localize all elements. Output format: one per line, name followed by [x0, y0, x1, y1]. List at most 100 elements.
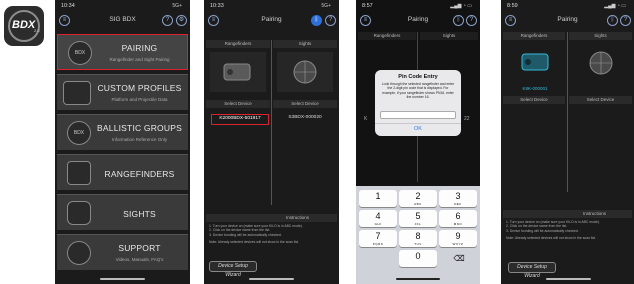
- partial-device-left: K: [364, 116, 368, 122]
- screen-main-menu: 10:34 5G+ ≡ SIG BDX ? ⚙ BDX PAIRING Rang…: [55, 0, 190, 284]
- instructions-header: Instructions: [206, 214, 337, 222]
- dialog-body: Look through the selected rangefinder an…: [381, 82, 455, 99]
- keypad-key-2[interactable]: 2 ABC: [399, 190, 437, 207]
- bluetooth-icon[interactable]: ᛒ: [607, 15, 618, 26]
- scope-icon: [67, 201, 91, 225]
- key-digit: 6: [455, 211, 461, 221]
- status-signal: ▂▄▆ ◔ ▭: [604, 3, 626, 9]
- nav-bar: ≡ Pairing ᛒ ?: [356, 13, 480, 29]
- headset-icon: [67, 241, 91, 265]
- key-digit: 8: [415, 231, 421, 241]
- menu-item-label: PAIRING: [121, 43, 158, 53]
- help-icon[interactable]: ?: [162, 15, 173, 26]
- key-digit: 7: [375, 231, 381, 241]
- key-letters: WXYZ: [452, 242, 464, 246]
- key-letters: JKL: [414, 222, 422, 226]
- keypad-key-6[interactable]: 6 MNO: [439, 210, 477, 227]
- nav-bar: ≡ Pairing ᛒ ?: [204, 13, 339, 29]
- menu-item-sub: Rangefinder and Sight Pairing: [109, 57, 170, 62]
- screen-pin-entry: 8:57 ▂▄▆ ◔ ▭ ≡ Pairing ᛒ ? Rangefinders …: [356, 0, 480, 284]
- keypad-key-1[interactable]: 1: [359, 190, 397, 207]
- screen-pairing: 10:33 5G+ ≡ Pairing ᛒ ? Rangefinders Sig…: [204, 0, 339, 284]
- gear-icon[interactable]: ⚙: [176, 15, 187, 26]
- help-icon[interactable]: ?: [325, 15, 336, 26]
- key-digit: 0: [415, 251, 421, 261]
- paired-rangefinder-name: K8K-000001: [522, 86, 548, 91]
- sight-image: [277, 52, 333, 92]
- keypad-key-7[interactable]: 7 PQRS: [359, 230, 397, 247]
- sights-header: Sights: [273, 40, 337, 48]
- device-setup-wizard-button[interactable]: Device Setup Wizard: [209, 261, 257, 278]
- rifle-icon: [63, 81, 91, 105]
- device-setup-wizard-button[interactable]: Device Setup Wizard: [508, 262, 556, 279]
- rangefinder-image: [507, 44, 563, 84]
- instruction-line: 3. Device bonding will be automatically …: [506, 228, 579, 233]
- menu-item-sights[interactable]: SIGHTS: [57, 194, 188, 230]
- rangefinder-icon: [67, 161, 91, 185]
- sights-header: Sights: [569, 32, 632, 40]
- bluetooth-icon[interactable]: ᛒ: [311, 15, 322, 26]
- menu-item-label: SIGHTS: [123, 209, 156, 219]
- bluetooth-icon[interactable]: ᛒ: [453, 15, 464, 26]
- rangefinders-header: Rangefinders: [358, 32, 416, 40]
- app-icon-version: 2.0: [34, 28, 40, 33]
- status-signal: 5G+: [321, 3, 331, 9]
- pin-input[interactable]: [380, 111, 456, 119]
- keypad-key-0[interactable]: 0: [399, 250, 437, 267]
- ballistic-icon: BDX: [67, 121, 91, 145]
- key-letters: ABC: [414, 202, 422, 206]
- key-digit: 9: [455, 231, 461, 241]
- key-letters: PQRS: [372, 242, 384, 246]
- screen-pairing-paired: 8:59 ▂▄▆ ◔ ▭ ≡ Pairing ᛒ ? Rangefinders …: [501, 0, 634, 284]
- scope-icon: [293, 60, 317, 84]
- dialog-title: Pin Code Entry: [398, 74, 438, 80]
- rangefinder-device-item[interactable]: K2000BDX-501917: [211, 114, 269, 125]
- key-letters: MNO: [453, 222, 463, 226]
- keypad-key-4[interactable]: 4 GHI: [359, 210, 397, 227]
- scope-icon: [589, 51, 613, 75]
- keypad-key-9[interactable]: 9 WXYZ: [439, 230, 477, 247]
- backspace-icon[interactable]: ⌫: [452, 254, 466, 263]
- menu-item-pairing[interactable]: BDX PAIRING Rangefinder and Sight Pairin…: [57, 34, 188, 70]
- menu-item-rangefinders[interactable]: RANGEFINDERS: [57, 154, 188, 190]
- keypad-key-3[interactable]: 3 DEF: [439, 190, 477, 207]
- menu-item-support[interactable]: SUPPORT Videos, Manuals, FAQ's: [57, 234, 188, 270]
- key-digit: 4: [375, 211, 381, 221]
- status-bar: 10:33 5G+: [204, 0, 339, 12]
- sight-device-item[interactable]: S3BDX-000020: [274, 114, 336, 125]
- menu-item-label: SUPPORT: [118, 243, 161, 253]
- nav-bar: ≡ SIG BDX ? ⚙: [55, 13, 190, 29]
- key-digit: 3: [455, 191, 461, 201]
- ok-button[interactable]: OK: [375, 126, 461, 132]
- select-device-right: Select Device: [273, 100, 337, 108]
- menu-item-sub: Videos, Manuals, FAQ's: [115, 257, 164, 262]
- sight-image: [573, 44, 629, 84]
- app-icon: BDX 2.0: [4, 6, 44, 46]
- home-indicator: [396, 278, 440, 280]
- keypad-key-8[interactable]: 8 TUV: [399, 230, 437, 247]
- select-device-left: Select Device: [503, 96, 565, 104]
- column-divider: [567, 32, 568, 192]
- status-time: 8:59: [507, 3, 518, 9]
- instructions-text: 1. Turn your device on (make sure your K…: [506, 220, 632, 241]
- instruction-line: 3. Device bonding will be automatically …: [209, 232, 282, 237]
- key-digit: 1: [375, 191, 381, 201]
- dialog-divider: [375, 123, 461, 124]
- home-indicator: [249, 278, 294, 280]
- status-bar: 8:57 ▂▄▆ ◔ ▭: [356, 0, 480, 12]
- rangefinder-icon: [521, 53, 549, 71]
- help-icon[interactable]: ?: [466, 15, 477, 26]
- menu-item-label: RANGEFINDERS: [104, 169, 175, 179]
- rangefinder-icon: [223, 63, 251, 81]
- menu-item-custom-profiles[interactable]: CUSTOM PROFILES Platform and Projectile …: [57, 74, 188, 110]
- partial-device-right: 22: [464, 116, 470, 122]
- home-indicator: [546, 278, 591, 280]
- keypad-key-5[interactable]: 5 JKL: [399, 210, 437, 227]
- key-digit: 5: [415, 211, 421, 221]
- nav-bar: ≡ Pairing ᛒ ?: [501, 13, 634, 29]
- help-icon[interactable]: ?: [620, 15, 631, 26]
- menu-item-ballistic-groups[interactable]: BDX BALLISTIC GROUPS Information Referen…: [57, 114, 188, 150]
- rangefinders-header: Rangefinders: [503, 32, 565, 40]
- menu-item-label: BALLISTIC GROUPS: [97, 123, 182, 133]
- pin-dialog: Pin Code Entry Look through the selected…: [375, 70, 461, 136]
